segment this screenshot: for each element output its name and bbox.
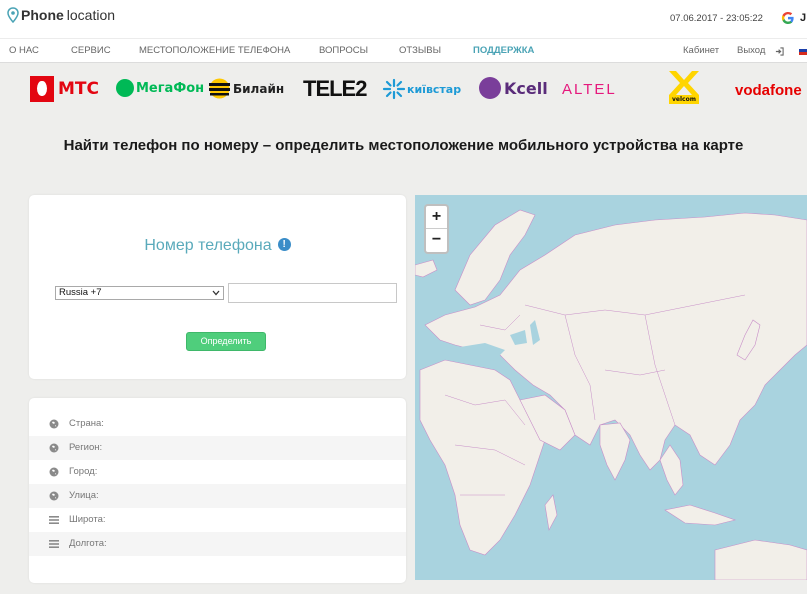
main-nav: О НАС СЕРВИС МЕСТОПОЛОЖЕНИЕ ТЕЛЕФОНА ВОП… <box>0 38 807 63</box>
page-headline: Найти телефон по номеру – определить мес… <box>63 137 744 154</box>
google-icon[interactable] <box>781 11 795 25</box>
operator-logos: МТС МегаФон Билайн TELE2 київстар Kcell <box>0 64 807 114</box>
logout-link[interactable]: Выход <box>737 45 765 56</box>
cabinet-link[interactable]: Кабинет <box>683 45 719 56</box>
grid-icon <box>49 516 59 524</box>
nav-item-reviews[interactable]: ОТЗЫВЫ <box>399 45 441 56</box>
zoom-in-button[interactable]: + <box>426 206 447 229</box>
map-zoom-control: + − <box>424 204 449 254</box>
zoom-out-button[interactable]: − <box>426 229 447 252</box>
megafon-icon <box>116 79 134 97</box>
operator-mts[interactable]: МТС <box>30 76 99 102</box>
world-map[interactable]: + − <box>415 195 807 580</box>
detail-row-city: Город: <box>29 460 406 484</box>
country-code-value: Russia +7 <box>59 287 102 298</box>
nav-item-service[interactable]: СЕРВИС <box>71 45 111 56</box>
operator-vodafone[interactable]: vodafone <box>735 82 802 99</box>
user-initial[interactable]: J <box>800 12 806 24</box>
globe-icon <box>49 443 59 453</box>
locate-button[interactable]: Определить <box>186 332 266 351</box>
kyivstar-star-icon <box>382 78 406 100</box>
operator-kyivstar[interactable]: київстар <box>381 78 461 100</box>
detail-row-region: Регион: <box>29 436 406 460</box>
beeline-icon <box>209 78 230 99</box>
globe-icon <box>49 467 59 477</box>
globe-icon <box>49 419 59 429</box>
operator-tele2[interactable]: TELE2 <box>303 76 367 102</box>
location-pin-icon <box>7 7 19 23</box>
country-code-select[interactable]: Russia +7 <box>55 286 224 300</box>
top-bar: Phone location 07.06.2017 - 23:05:22 J <box>0 0 807 38</box>
phone-form-card: Номер телефона! Russia +7 Определить <box>29 195 406 379</box>
current-datetime: 07.06.2017 - 23:05:22 <box>670 13 763 24</box>
globe-icon <box>49 491 59 501</box>
grid-icon <box>49 540 59 548</box>
phone-form-title-text: Номер телефона <box>144 237 272 254</box>
detail-row-country: Страна: <box>29 412 406 436</box>
detail-row-street: Улица: <box>29 484 406 508</box>
logo-text-light: location <box>66 7 116 23</box>
mts-egg-icon <box>30 76 54 102</box>
russia-flag-icon[interactable] <box>799 46 807 55</box>
operator-velcom[interactable]: velcom <box>666 69 702 104</box>
phone-number-input[interactable] <box>228 283 397 303</box>
site-logo[interactable]: Phone location <box>7 7 115 23</box>
nav-item-about[interactable]: О НАС <box>9 45 39 56</box>
location-details-card: Страна: Регион: Город: Улица: Широта: До… <box>29 398 406 583</box>
phone-form-title: Номер телефона! <box>29 237 406 255</box>
kcell-icon <box>479 77 501 99</box>
map-tiles <box>415 209 807 580</box>
logout-icon[interactable] <box>775 47 784 56</box>
info-icon[interactable]: ! <box>277 238 291 252</box>
logo-text-bold: Phone <box>21 7 64 23</box>
nav-item-phone-location[interactable]: МЕСТОПОЛОЖЕНИЕ ТЕЛЕФОНА <box>139 45 290 56</box>
operator-altel[interactable]: ALTEL <box>562 81 617 98</box>
operator-megafon[interactable]: МегаФон <box>116 79 204 97</box>
operator-kcell[interactable]: Kcell <box>479 77 548 99</box>
chevron-down-icon <box>212 290 220 296</box>
nav-item-questions[interactable]: ВОПРОСЫ <box>319 45 368 56</box>
detail-row-latitude: Широта: <box>29 508 406 532</box>
detail-row-longitude: Долгота: <box>29 532 406 556</box>
nav-item-support[interactable]: ПОДДЕРЖКА <box>473 45 534 56</box>
velcom-icon <box>669 71 699 95</box>
operator-beeline[interactable]: Билайн <box>209 78 284 99</box>
